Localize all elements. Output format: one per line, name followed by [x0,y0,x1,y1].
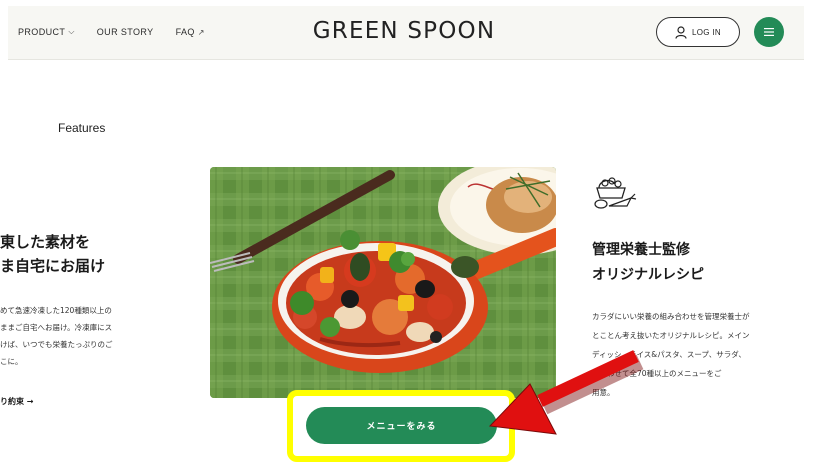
site-header: PRODUCT ⌵ OUR STORY FAQ ↗ GREEN SPOON LO… [8,6,804,60]
body-line: ままご自宅へお届け。冷凍庫にス [0,323,113,332]
nav-item-label: FAQ [175,27,195,37]
right-feature-heading: 管理栄養士監修 オリジナルレシピ [592,238,792,288]
left-feature-body: めて急速冷凍した120種類以上の ままご自宅へお届け。冷凍庫にス けば、いつでも… [0,302,160,370]
nav-item-label: PRODUCT [18,27,66,37]
left-feature-heading: 東した素材を ま自宅にお届け [0,230,180,278]
login-label: LOG IN [692,27,721,37]
heading-line: オリジナルレシピ [592,267,704,283]
heading-line: 東した素材を [0,233,91,251]
vegetables-icon [591,176,637,214]
food-photo-illustration [210,167,556,398]
body-line: ディッシ ライス&パスタ、スープ、サラダ、 [592,350,746,359]
nav-item-our-story[interactable]: OUR STORY [97,27,154,37]
site-logo[interactable]: GREEN SPOON [304,18,504,44]
body-line: とことん考え抜いたオリジナルレシピ。メイン [592,331,750,340]
food-photo [210,167,556,398]
body-line: こに。 [0,357,23,366]
body-line: わせて全70種以上のメニューをご [592,369,722,378]
heading-line: ま自宅にお届け [0,257,106,275]
right-feature-body: カラダにいい栄養の組み合わせを管理栄養士が とことん考え抜いたオリジナルレシピ。… [592,307,798,402]
user-icon [675,25,687,39]
nav-item-faq[interactable]: FAQ ↗ [176,27,205,37]
login-button[interactable]: LOG IN [656,17,740,47]
heading-line: 管理栄養士監修 [592,242,690,258]
section-label: Features [58,121,106,135]
body-line: カラダにいい栄養の組み合わせを管理栄養士が [592,312,750,321]
left-feature-link[interactable]: り約束 → [0,396,34,407]
nav-item-label: OUR STORY [96,27,154,37]
hamburger-icon [764,28,774,36]
body-line: 用意。 [592,388,615,397]
external-link-icon: ↗ [197,27,205,37]
body-line: けば、いつでも栄養たっぷりのご [0,340,113,349]
main-nav: PRODUCT ⌵ OUR STORY FAQ ↗ [18,27,227,37]
body-line: めて急速冷凍した120種類以上の [0,306,112,315]
view-menu-button[interactable]: メニューをみる [306,407,497,444]
menu-button[interactable] [754,17,784,47]
chevron-down-icon: ⌵ [68,27,75,36]
nav-item-product[interactable]: PRODUCT ⌵ [18,27,75,37]
